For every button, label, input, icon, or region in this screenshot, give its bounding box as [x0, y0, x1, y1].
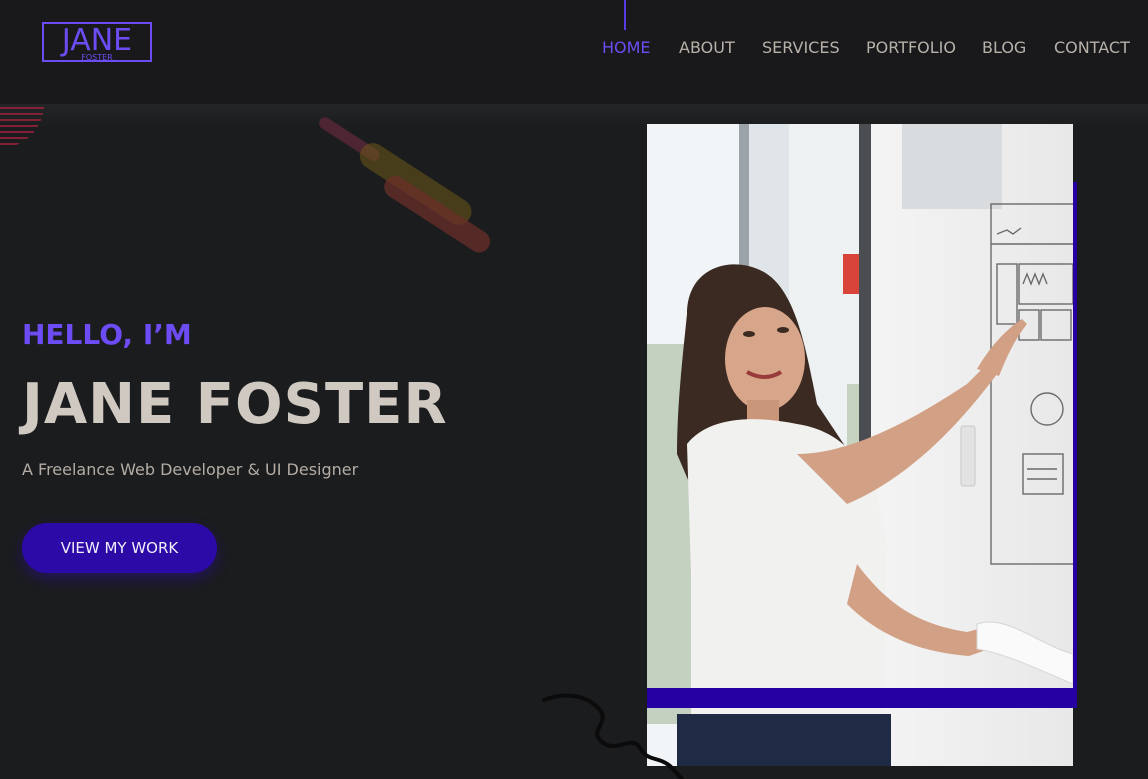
- photo-frame-bar: [647, 688, 1077, 708]
- logo-subtext: FOSTER: [81, 53, 113, 62]
- page: JANE FOSTER HOME ABOUT SERVICES PORTFOLI…: [0, 0, 1148, 779]
- nav-item-home[interactable]: HOME: [602, 37, 651, 59]
- nav-active-indicator: [624, 0, 626, 30]
- nav-item-about[interactable]: ABOUT: [679, 37, 735, 59]
- hero-photo: [647, 124, 1073, 766]
- site-logo[interactable]: JANE FOSTER: [42, 22, 152, 62]
- nav-item-contact[interactable]: CONTACT: [1054, 37, 1130, 59]
- nav-item-portfolio[interactable]: PORTFOLIO: [866, 37, 956, 59]
- nav-item-blog[interactable]: BLOG: [982, 37, 1026, 59]
- hero-greeting: HELLO, I’M: [22, 318, 192, 351]
- view-my-work-button[interactable]: VIEW MY WORK: [22, 523, 217, 573]
- hero-name: JANE FOSTER: [22, 372, 448, 437]
- site-header: JANE FOSTER HOME ABOUT SERVICES PORTFOLI…: [0, 0, 1148, 104]
- striped-circle-decoration: [0, 104, 44, 168]
- squiggle-decoration: [542, 693, 684, 779]
- hero-tagline: A Freelance Web Developer & UI Designer: [22, 460, 359, 479]
- nav-item-services[interactable]: SERVICES: [762, 37, 840, 59]
